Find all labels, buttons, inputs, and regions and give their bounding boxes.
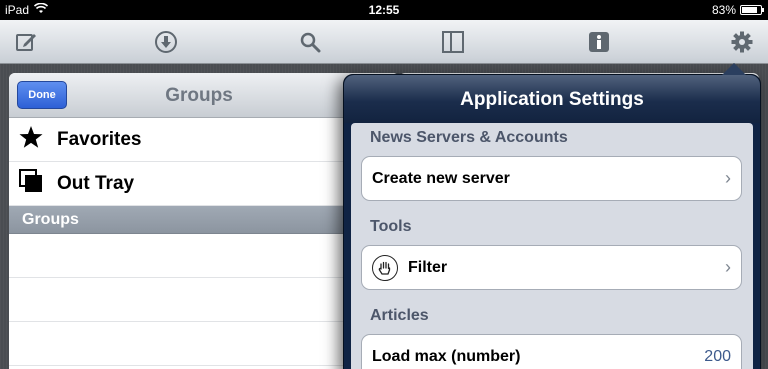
list-item-label: Favorites bbox=[57, 128, 142, 150]
section-header-tools: Tools bbox=[370, 218, 412, 235]
create-new-server-cell[interactable]: Create new server › bbox=[361, 156, 742, 201]
compose-icon[interactable] bbox=[13, 29, 39, 55]
list-item-favorites[interactable]: Favorites bbox=[9, 118, 399, 162]
chevron-right-icon: › bbox=[725, 257, 731, 277]
page-title: Groups bbox=[165, 85, 233, 106]
load-max-value: 200 bbox=[704, 347, 731, 365]
popover-title: Application Settings bbox=[344, 75, 760, 123]
empty-row bbox=[9, 234, 399, 278]
search-icon[interactable] bbox=[297, 29, 323, 55]
cell-label: Load max (number) bbox=[372, 347, 521, 365]
status-right: 83% bbox=[711, 3, 764, 17]
cell-label: Filter bbox=[408, 258, 448, 276]
download-icon[interactable] bbox=[153, 29, 179, 55]
info-icon[interactable] bbox=[586, 29, 612, 55]
popover-arrow bbox=[722, 63, 746, 75]
top-toolbar bbox=[0, 20, 768, 64]
groups-panel: Done Groups Favorites Out Tray Groups bbox=[9, 73, 399, 369]
groups-nav-bar: Done Groups bbox=[9, 73, 399, 118]
section-header-news-servers: News Servers & Accounts bbox=[370, 129, 568, 146]
battery-fill bbox=[742, 7, 757, 13]
hand-icon bbox=[372, 254, 398, 281]
empty-row bbox=[9, 278, 399, 322]
settings-content: News Servers & Accounts Create new serve… bbox=[351, 123, 753, 369]
stacked-pages-icon bbox=[19, 168, 43, 199]
list-item-out-tray[interactable]: Out Tray bbox=[9, 162, 399, 206]
status-time: 12:55 bbox=[368, 3, 400, 17]
section-header-groups: Groups bbox=[9, 206, 399, 234]
settings-gear-icon[interactable] bbox=[729, 29, 755, 55]
load-max-cell[interactable]: Load max (number) 200 bbox=[361, 334, 742, 369]
empty-row bbox=[9, 322, 399, 366]
section-header-articles: Articles bbox=[370, 307, 429, 324]
battery-icon bbox=[740, 5, 764, 15]
settings-popover: Application Settings News Servers & Acco… bbox=[343, 63, 761, 369]
status-bar: iPad 12:55 83% bbox=[0, 0, 768, 20]
battery-percent: 83% bbox=[711, 3, 736, 17]
filter-cell[interactable]: Filter › bbox=[361, 245, 742, 290]
chevron-right-icon: › bbox=[725, 168, 731, 188]
split-view-icon[interactable] bbox=[440, 29, 466, 55]
list-item-label: Out Tray bbox=[57, 172, 135, 194]
star-icon bbox=[19, 125, 43, 155]
cell-label: Create new server bbox=[372, 169, 510, 187]
